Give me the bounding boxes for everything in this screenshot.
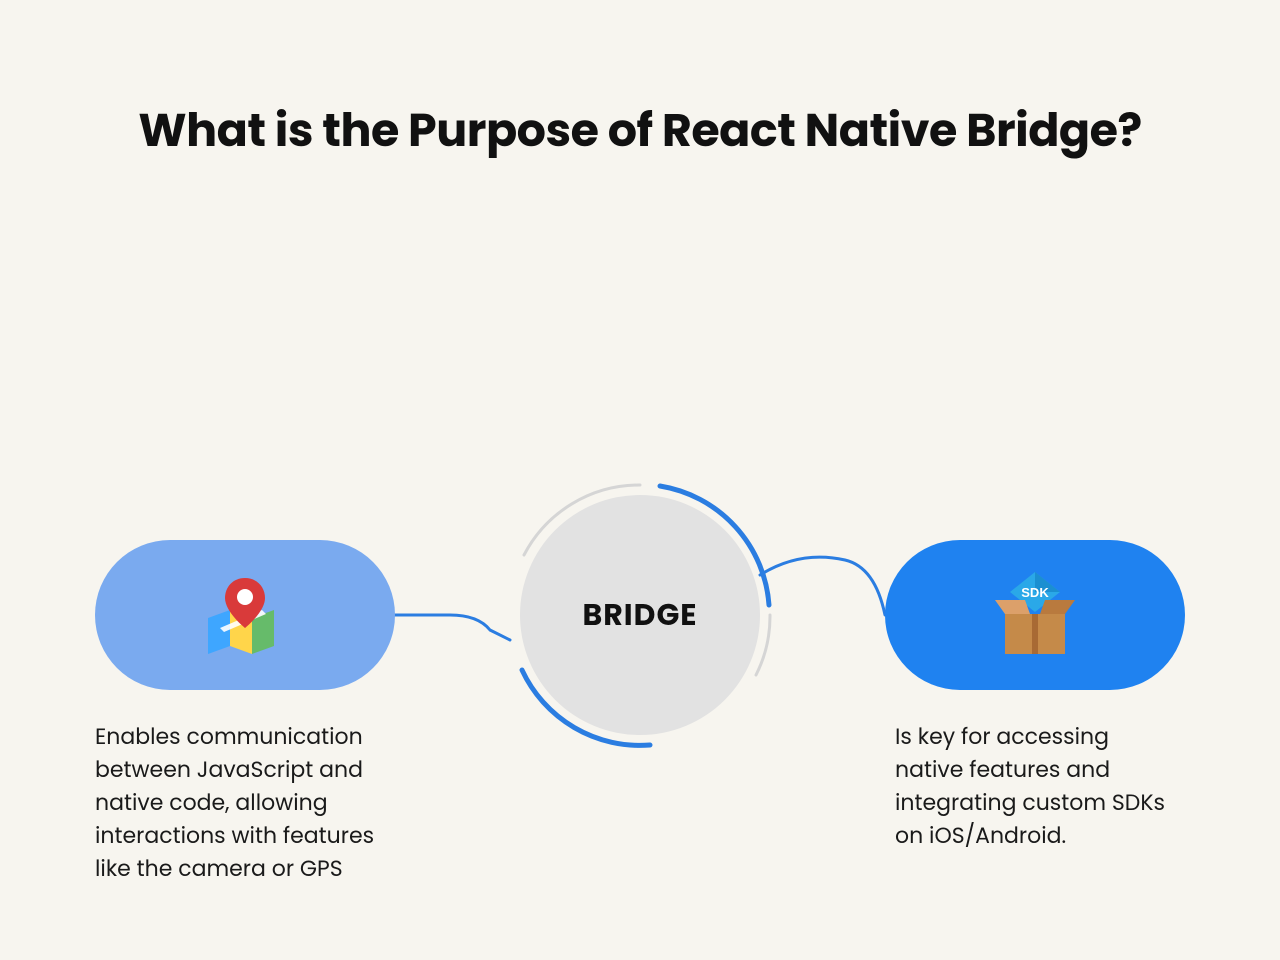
sdk-box-icon: SDK bbox=[990, 570, 1080, 660]
bridge-hub: BRIDGE bbox=[500, 475, 780, 755]
sdk-badge-text: SDK bbox=[1021, 585, 1049, 600]
left-description: Enables communication between JavaScript… bbox=[95, 720, 390, 885]
right-description: Is key for accessing native features and… bbox=[895, 720, 1175, 852]
bridge-hub-label: BRIDGE bbox=[582, 592, 697, 638]
bridge-hub-circle: BRIDGE bbox=[520, 495, 760, 735]
diagram-title: What is the Purpose of React Native Brid… bbox=[0, 100, 1280, 162]
left-node bbox=[95, 540, 395, 690]
right-node: SDK bbox=[885, 540, 1185, 690]
map-pin-icon bbox=[200, 570, 290, 660]
connector-right bbox=[760, 555, 900, 625]
